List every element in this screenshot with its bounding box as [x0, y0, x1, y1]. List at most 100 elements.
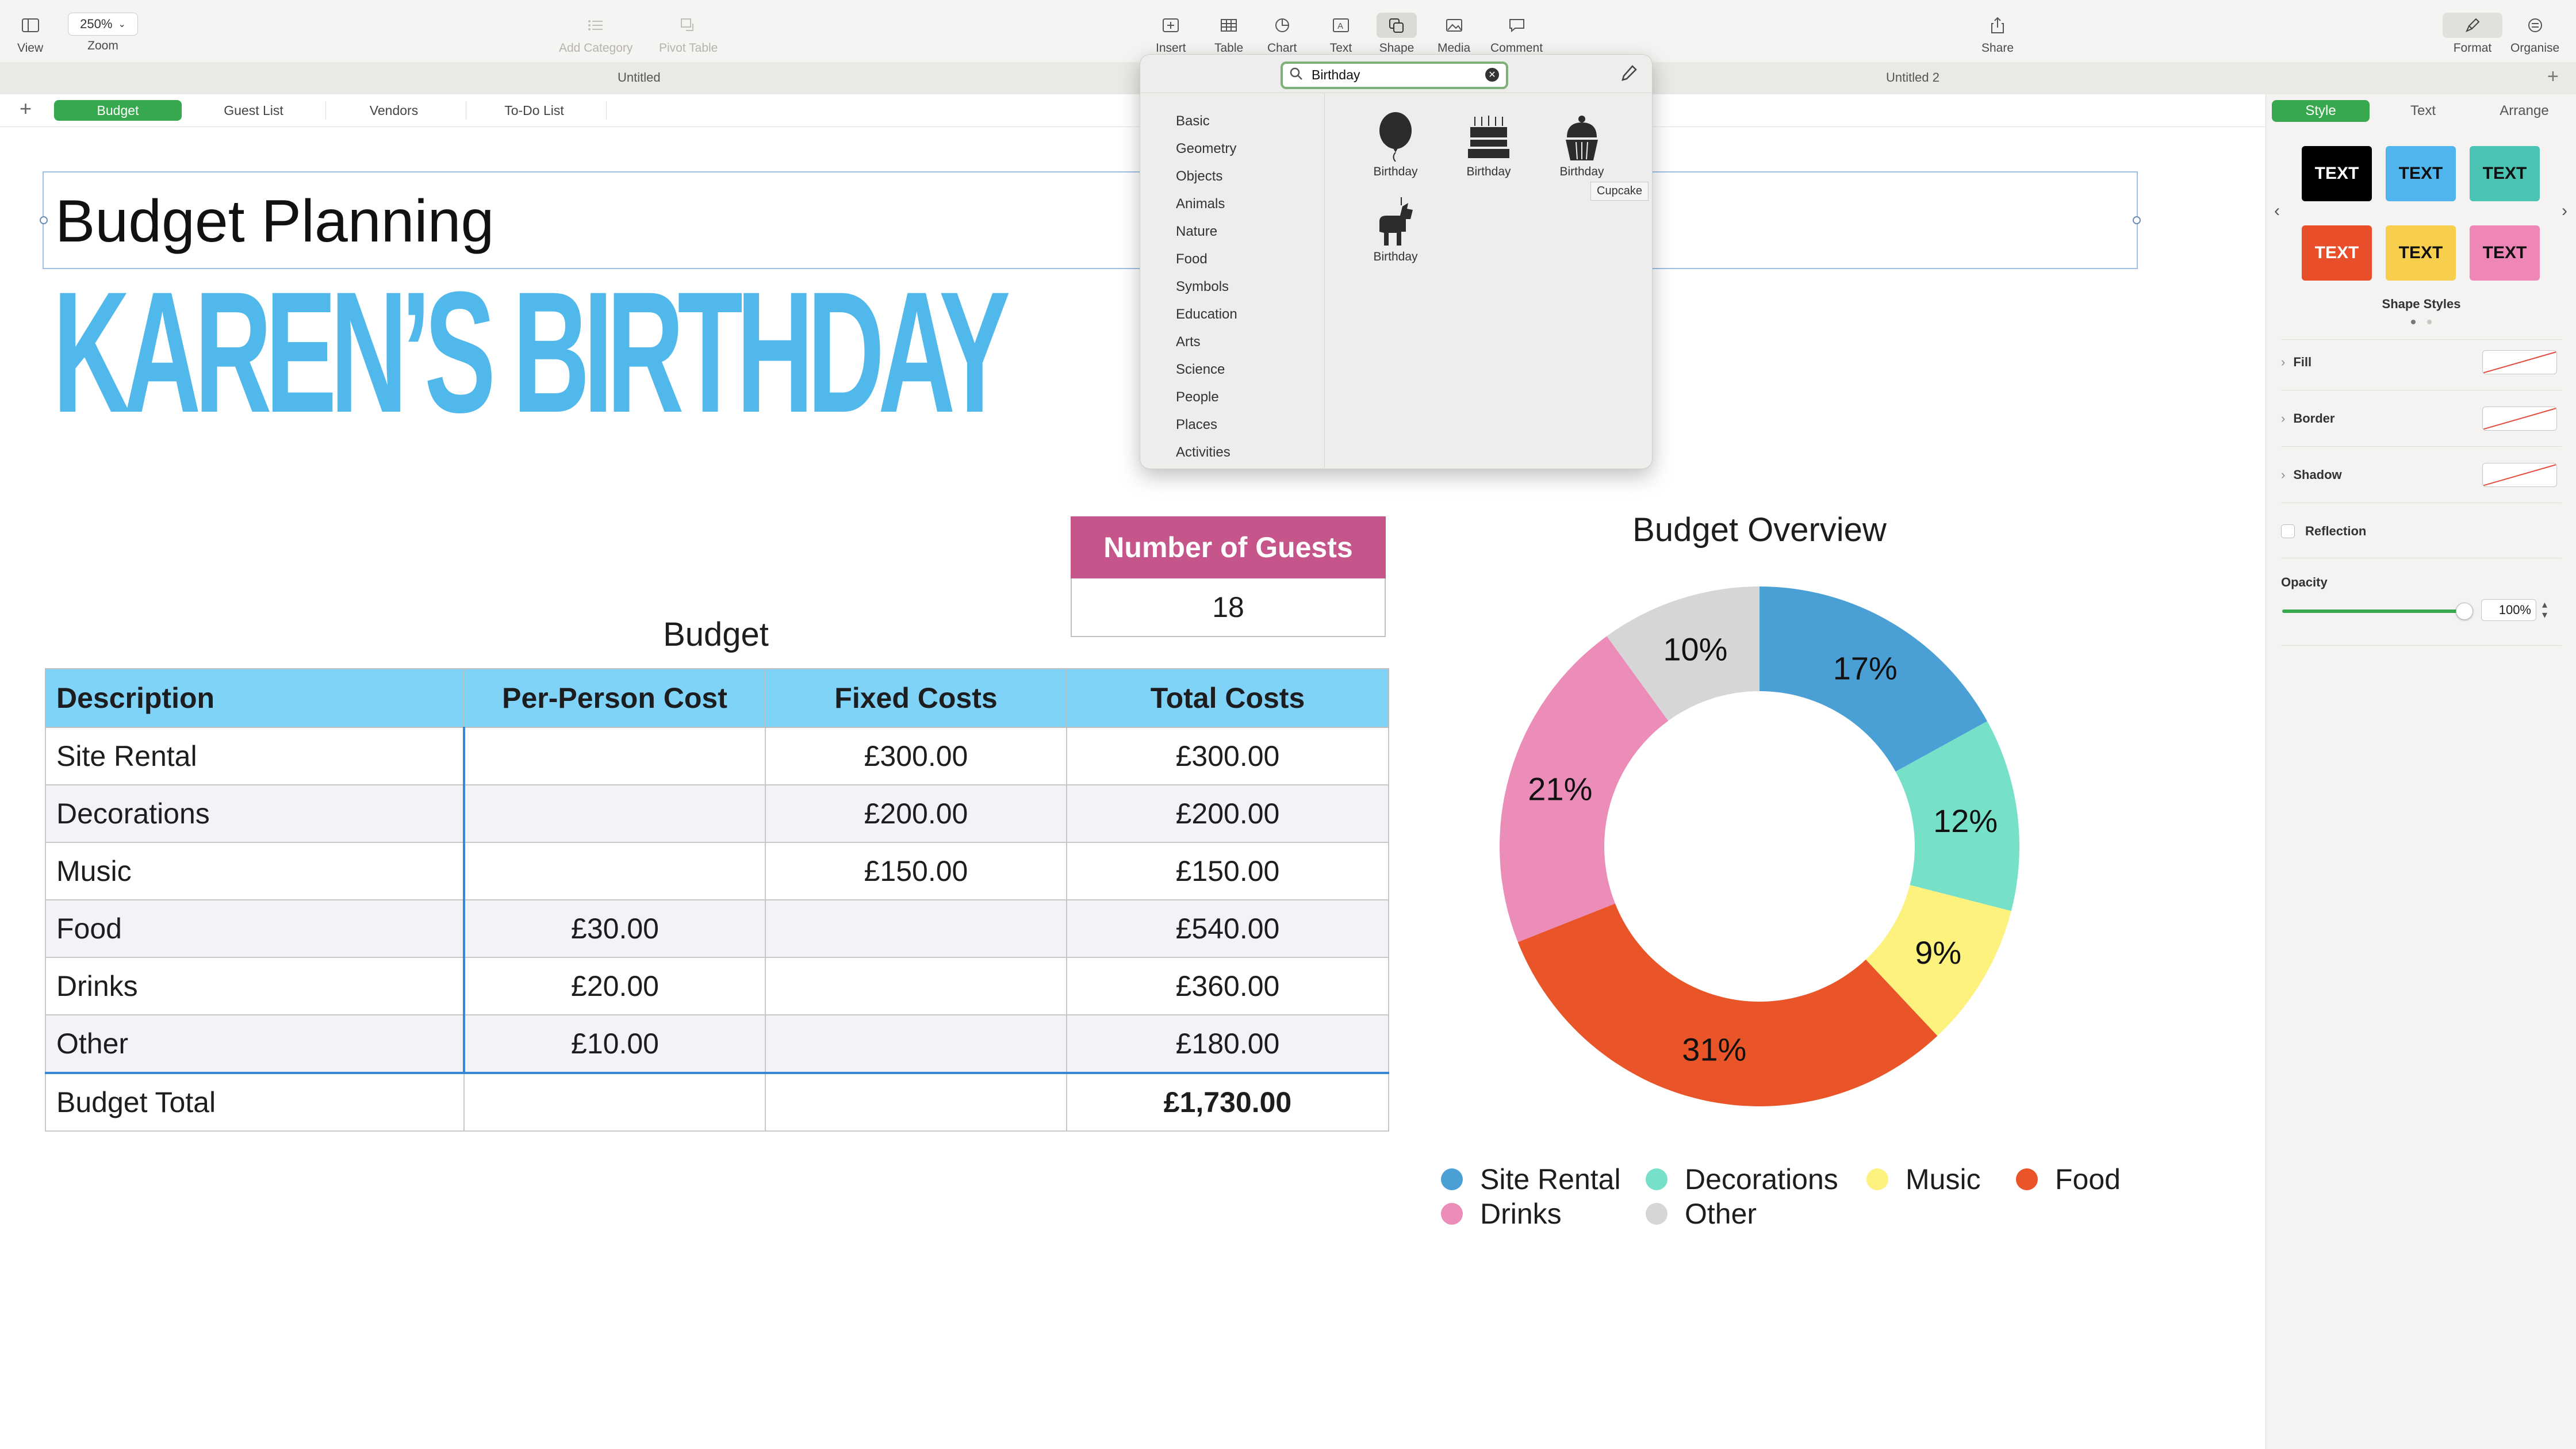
- zoom-control[interactable]: 250% ⌄ Zoom: [68, 13, 138, 53]
- legend-item-other[interactable]: Other: [1646, 1197, 1757, 1230]
- table-cell[interactable]: £200.00: [1066, 784, 1389, 843]
- shape-cupcake[interactable]: Birthday: [1547, 112, 1616, 179]
- category-objects[interactable]: Objects: [1176, 168, 1222, 185]
- category-education[interactable]: Education: [1176, 306, 1237, 323]
- table-cell[interactable]: [765, 1014, 1067, 1074]
- header-fixed-costs[interactable]: Fixed Costs: [765, 668, 1067, 728]
- table-cell[interactable]: £300.00: [765, 727, 1067, 785]
- header-description[interactable]: Description: [45, 668, 465, 728]
- pivot-table-button[interactable]: Pivot Table: [659, 13, 718, 55]
- guests-value[interactable]: 18: [1071, 578, 1386, 637]
- table-cell[interactable]: £300.00: [1066, 727, 1389, 785]
- category-science[interactable]: Science: [1176, 362, 1225, 378]
- reflection-checkbox[interactable]: [2281, 524, 2295, 538]
- table-cell[interactable]: [765, 1072, 1067, 1132]
- table-cell[interactable]: [463, 784, 766, 843]
- sheet-tab-to-do-list[interactable]: To-Do List: [470, 100, 598, 121]
- shape-birthday-cake[interactable]: Birthday: [1454, 112, 1523, 179]
- shape-style-6-button[interactable]: TEXT: [2470, 225, 2540, 281]
- document-tab-untitled-2[interactable]: Untitled 2: [1886, 70, 1939, 85]
- table-cell[interactable]: £20.00: [463, 957, 766, 1015]
- document-tab-untitled[interactable]: Untitled: [618, 70, 661, 85]
- comment-button[interactable]: Comment: [1490, 13, 1543, 55]
- sheet-tab-guest-list[interactable]: Guest List: [190, 100, 317, 121]
- zoom-select[interactable]: 250% ⌄: [68, 13, 138, 36]
- shadow-row[interactable]: › Shadow: [2281, 463, 2557, 487]
- table-cell[interactable]: £150.00: [1066, 842, 1389, 900]
- budget-table[interactable]: Description Per-Person Cost Fixed Costs …: [45, 668, 1389, 1132]
- category-activities[interactable]: Activities: [1176, 444, 1230, 461]
- budget-table-title[interactable]: Budget: [575, 615, 857, 654]
- opacity-slider-track[interactable]: [2282, 610, 2464, 613]
- category-symbols[interactable]: Symbols: [1176, 279, 1229, 295]
- shape-style-2-button[interactable]: TEXT: [2386, 146, 2456, 201]
- guests-table[interactable]: Number of Guests 18: [1071, 516, 1386, 637]
- donut-slice-food[interactable]: [1517, 903, 1938, 1106]
- category-places[interactable]: Places: [1176, 417, 1217, 433]
- table-cell[interactable]: Decorations: [45, 784, 465, 843]
- legend-item-site-rental[interactable]: Site Rental: [1441, 1163, 1621, 1196]
- table-cell[interactable]: £30.00: [463, 899, 766, 958]
- birthday-banner-text[interactable]: KAREN’S BIRTHDAY: [53, 266, 1010, 438]
- legend-item-food[interactable]: Food: [2016, 1163, 2121, 1196]
- clear-search-icon[interactable]: ✕: [1485, 68, 1499, 82]
- table-cell[interactable]: [463, 1072, 766, 1132]
- sheet-tab-vendors[interactable]: Vendors: [330, 100, 458, 121]
- add-category-button[interactable]: Add Category: [559, 13, 632, 55]
- legend-item-music[interactable]: Music: [1866, 1163, 1981, 1196]
- search-field[interactable]: Birthday ✕: [1281, 62, 1508, 89]
- legend-item-drinks[interactable]: Drinks: [1441, 1197, 1562, 1230]
- header-total-costs[interactable]: Total Costs: [1066, 668, 1389, 728]
- table-cell[interactable]: [765, 957, 1067, 1015]
- chart-button[interactable]: Chart: [1267, 13, 1297, 55]
- shape-style-5-button[interactable]: TEXT: [2386, 225, 2456, 281]
- chevron-left-icon[interactable]: ‹: [2274, 201, 2280, 221]
- category-arts[interactable]: Arts: [1176, 334, 1201, 350]
- table-button[interactable]: Table: [1214, 13, 1243, 55]
- table-cell[interactable]: £360.00: [1066, 957, 1389, 1015]
- category-geometry[interactable]: Geometry: [1176, 141, 1236, 157]
- table-cell[interactable]: [765, 899, 1067, 958]
- table-cell[interactable]: [463, 842, 766, 900]
- table-cell[interactable]: [463, 727, 766, 785]
- header-per-person-cost[interactable]: Per-Person Cost: [463, 668, 766, 728]
- chart-title[interactable]: Budget Overview: [1472, 511, 2047, 549]
- shadow-swatch[interactable]: [2482, 463, 2557, 487]
- table-cell[interactable]: £180.00: [1066, 1014, 1389, 1074]
- search-input[interactable]: Birthday: [1312, 67, 1360, 83]
- opacity-input[interactable]: 100%: [2481, 599, 2536, 621]
- budget-total-value[interactable]: £1,730.00: [1066, 1072, 1389, 1132]
- page-title[interactable]: Budget Planning: [55, 187, 494, 256]
- category-animals[interactable]: Animals: [1176, 196, 1225, 212]
- pen-icon[interactable]: [1620, 64, 1638, 85]
- page-dot-active[interactable]: [2411, 320, 2416, 324]
- category-food[interactable]: Food: [1176, 251, 1208, 267]
- fill-row[interactable]: › Fill: [2281, 350, 2557, 374]
- table-cell[interactable]: Food: [45, 899, 465, 958]
- chevron-right-icon[interactable]: ›: [2562, 201, 2567, 221]
- table-cell[interactable]: Music: [45, 842, 465, 900]
- table-cell[interactable]: £540.00: [1066, 899, 1389, 958]
- table-cell[interactable]: £200.00: [765, 784, 1067, 843]
- tab-style[interactable]: Style: [2272, 100, 2370, 122]
- shape-style-3-button[interactable]: TEXT: [2470, 146, 2540, 201]
- tab-arrange[interactable]: Arrange: [2475, 100, 2573, 122]
- page-dot[interactable]: [2427, 320, 2432, 324]
- format-button[interactable]: Format: [2443, 13, 2502, 55]
- table-cell[interactable]: Budget Total: [45, 1072, 465, 1132]
- resize-handle-left[interactable]: [40, 216, 48, 224]
- fill-swatch[interactable]: [2482, 350, 2557, 374]
- legend-item-decorations[interactable]: Decorations: [1646, 1163, 1838, 1196]
- table-cell[interactable]: Other: [45, 1014, 465, 1074]
- table-cell[interactable]: £150.00: [765, 842, 1067, 900]
- new-tab-plus-icon[interactable]: +: [2547, 66, 2559, 88]
- organise-button[interactable]: Organise: [2510, 13, 2559, 55]
- resize-handle-right[interactable]: [2133, 216, 2141, 224]
- sheet-tab-budget[interactable]: Budget: [54, 100, 182, 121]
- category-people[interactable]: People: [1176, 389, 1219, 405]
- tab-text[interactable]: Text: [2374, 100, 2472, 122]
- category-basic[interactable]: Basic: [1176, 113, 1210, 129]
- table-cell[interactable]: Site Rental: [45, 727, 465, 785]
- opacity-stepper[interactable]: ▴ ▾: [2542, 599, 2547, 620]
- shape-style-4-button[interactable]: TEXT: [2302, 225, 2372, 281]
